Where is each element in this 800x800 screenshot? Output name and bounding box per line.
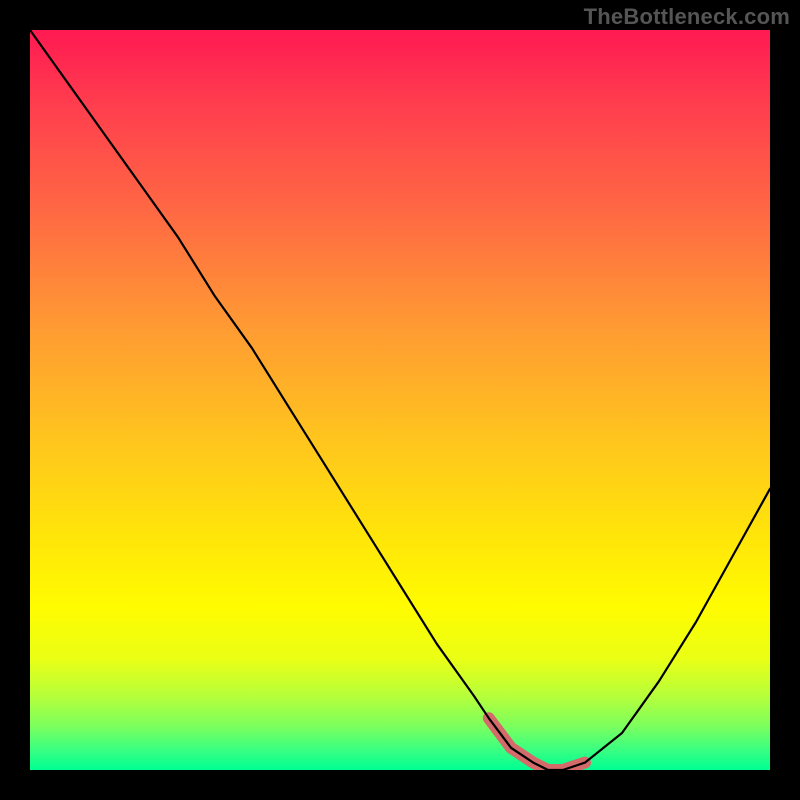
bottleneck-curve-line	[30, 30, 770, 770]
plot-area	[30, 30, 770, 770]
watermark-text: TheBottleneck.com	[584, 4, 790, 30]
highlight-band	[489, 718, 585, 770]
curve-svg	[30, 30, 770, 770]
chart-frame: TheBottleneck.com	[0, 0, 800, 800]
